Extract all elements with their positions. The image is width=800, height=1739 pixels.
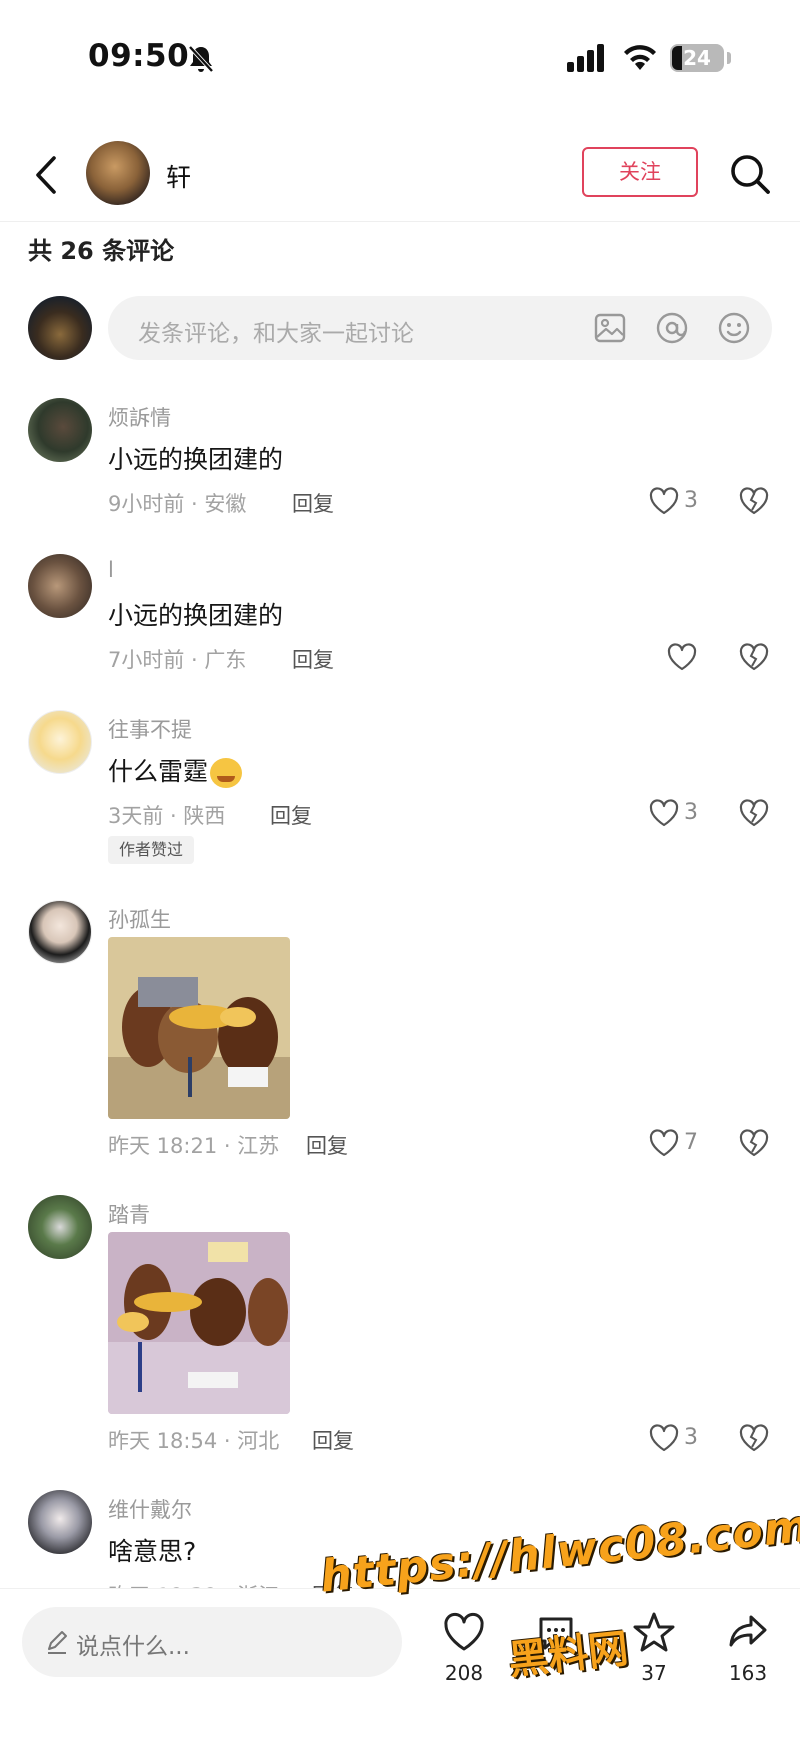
- reply-button[interactable]: 回复: [292, 488, 334, 518]
- avatar[interactable]: [28, 1195, 92, 1259]
- author-liked-badge: 作者赞过: [108, 836, 194, 864]
- reply-button[interactable]: 回复: [292, 644, 334, 674]
- comment-author[interactable]: 孙孤生: [108, 904, 171, 934]
- header-user-name[interactable]: 轩: [166, 158, 191, 194]
- bottom-comment-input[interactable]: 说点什么...: [22, 1607, 402, 1677]
- header: 轩 关注: [0, 130, 800, 222]
- share-action[interactable]: 163: [712, 1609, 784, 1699]
- comment-author[interactable]: 踏青: [108, 1199, 150, 1229]
- avatar[interactable]: [28, 554, 92, 618]
- like-action[interactable]: 208: [428, 1609, 500, 1699]
- heart-icon: [444, 1612, 484, 1651]
- avatar[interactable]: [28, 1490, 92, 1554]
- wifi-icon: [624, 45, 656, 70]
- bell-off-icon: [188, 45, 214, 73]
- comment-text: 小远的换团建的: [108, 445, 284, 474]
- comment-author[interactable]: 往事不提: [108, 714, 192, 744]
- comment-input-placeholder: 发条评论，和大家一起讨论: [138, 321, 414, 347]
- star-icon: [633, 1612, 675, 1652]
- reply-button[interactable]: 回复: [312, 1425, 354, 1455]
- search-icon[interactable]: [728, 152, 772, 196]
- cartoon-orchestra-image: [108, 937, 290, 1119]
- broken-heart-icon[interactable]: [738, 486, 770, 516]
- my-avatar: [28, 296, 92, 360]
- emoji-icon[interactable]: [716, 310, 752, 346]
- heart-icon: [649, 799, 679, 827]
- bottom-input-placeholder: 说点什么...: [76, 1634, 190, 1660]
- heart-icon: [649, 1424, 679, 1452]
- favorite-count: 37: [641, 1661, 667, 1685]
- comment-text: 啥意思?: [108, 1537, 197, 1566]
- like-count: 3: [684, 1425, 698, 1450]
- broken-heart-icon[interactable]: [738, 1423, 770, 1453]
- like-count: 3: [684, 488, 698, 513]
- like-count: 7: [684, 1130, 698, 1155]
- status-bar: 09:50 24: [0, 0, 800, 110]
- comment-meta: 3天前 · 陕西: [108, 804, 226, 828]
- cellular-signal-icon: [567, 44, 604, 72]
- comment-image[interactable]: [108, 1232, 290, 1414]
- comment-count: 共 26 条评论: [28, 237, 175, 265]
- comment-text: 小远的换团建的: [108, 601, 284, 630]
- reply-button[interactable]: 回复: [270, 800, 312, 830]
- follow-button[interactable]: 关注: [582, 147, 698, 197]
- avatar[interactable]: [28, 900, 92, 964]
- bottom-action-bar: 说点什么... 208 37 163: [0, 1588, 800, 1739]
- comment-author[interactable]: 烦訴情: [108, 402, 171, 432]
- comment-meta: 昨天 18:21 · 江苏: [108, 1134, 280, 1158]
- back-arrow-icon[interactable]: [28, 152, 64, 198]
- comment-bubble-icon: [539, 1617, 573, 1650]
- broken-heart-icon[interactable]: [738, 642, 770, 672]
- comment-meta: 昨天 18:54 · 河北: [108, 1429, 280, 1453]
- comment-author[interactable]: l: [108, 558, 114, 582]
- avatar[interactable]: [28, 710, 92, 774]
- broken-heart-icon[interactable]: [738, 798, 770, 828]
- comment-input[interactable]: 发条评论，和大家一起讨论: [108, 296, 772, 360]
- comment-image[interactable]: [108, 937, 290, 1119]
- share-arrow-icon: [729, 1615, 767, 1647]
- comment-meta: 7小时前 · 广东: [108, 648, 247, 672]
- heart-icon: [667, 643, 697, 671]
- image-icon[interactable]: [592, 310, 628, 346]
- like-count: 208: [444, 1661, 484, 1685]
- emoji-sticker-icon: [210, 758, 243, 788]
- at-mention-icon[interactable]: [654, 310, 690, 346]
- reply-button[interactable]: 回复: [306, 1130, 348, 1160]
- status-time: 09:50: [88, 38, 190, 74]
- avatar[interactable]: [28, 398, 92, 462]
- battery-level: 24: [683, 46, 711, 70]
- pencil-icon: [48, 1631, 67, 1654]
- comment-meta: 9小时前 · 安徽: [108, 492, 247, 516]
- broken-heart-icon[interactable]: [738, 1128, 770, 1158]
- heart-icon: [649, 1129, 679, 1157]
- share-count: 163: [728, 1661, 768, 1685]
- like-count: 3: [684, 800, 698, 825]
- favorite-action[interactable]: 37: [618, 1609, 690, 1699]
- comment-text: 什么雷霆: [108, 752, 243, 788]
- comment-author[interactable]: 维什戴尔: [108, 1494, 192, 1524]
- heart-icon: [649, 487, 679, 515]
- cartoon-orchestra-image: [108, 1232, 290, 1414]
- comment-action[interactable]: [520, 1609, 592, 1699]
- avatar[interactable]: [86, 141, 150, 205]
- battery-icon: 24: [670, 44, 724, 72]
